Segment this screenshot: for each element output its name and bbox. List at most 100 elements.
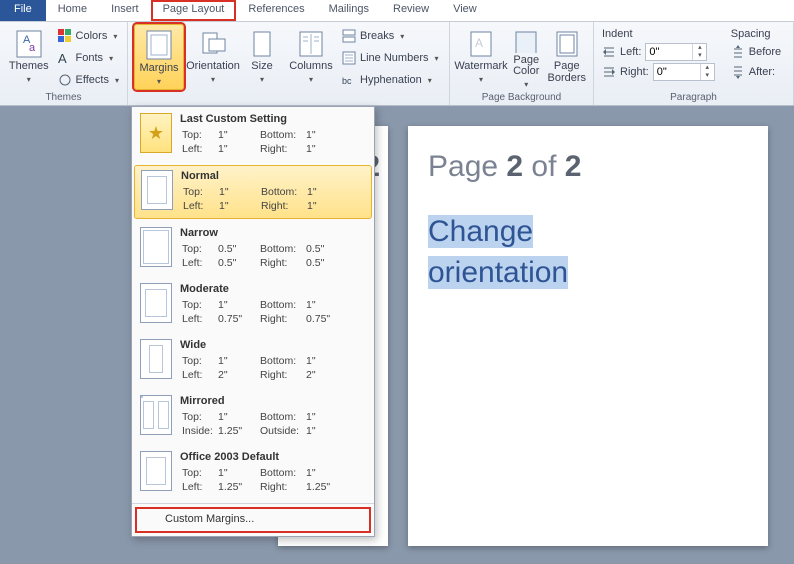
page-2-body[interactable]: Change orientation: [428, 212, 748, 293]
margins-option-title: Moderate: [180, 283, 366, 295]
margins-option-wide[interactable]: WideTop:1"Bottom:1"Left:2"Right:2": [132, 333, 374, 389]
chevron-down-icon: ▾: [524, 80, 528, 89]
margins-option-mirrored[interactable]: MirroredTop:1"Bottom:1"Inside:1.25"Outsi…: [132, 389, 374, 445]
breaks-button[interactable]: Breaks ▾: [340, 26, 441, 46]
indent-heading: Indent: [600, 26, 717, 42]
breaks-label: Breaks: [360, 30, 394, 42]
theme-colors-label: Colors: [76, 30, 108, 42]
watermark-button[interactable]: A Watermark ▾: [456, 24, 506, 90]
selected-text-line2: orientation: [428, 256, 568, 289]
custom-margins-item[interactable]: Custom Margins...: [135, 507, 371, 533]
svg-text:A: A: [475, 36, 483, 50]
spin-up-icon[interactable]: ▴: [701, 64, 714, 72]
spacing-before-row: Before: [729, 42, 783, 62]
spin-down-icon[interactable]: ▾: [701, 72, 714, 80]
chevron-down-icon: ▾: [400, 32, 404, 41]
page-borders-button[interactable]: Page Borders: [546, 24, 587, 90]
margins-option-last-custom-setting[interactable]: ★Last Custom SettingTop:1"Bottom:1"Left:…: [132, 107, 374, 163]
spin-up-icon[interactable]: ▴: [693, 44, 706, 52]
indent-right-input[interactable]: ▴▾: [653, 63, 715, 81]
hyphenation-icon: bc: [342, 73, 356, 87]
margins-thumb-icon: [140, 227, 172, 267]
page-color-button[interactable]: Page Color ▾: [510, 24, 542, 90]
indent-left-row: Left: ▴▾: [600, 42, 717, 62]
line-numbers-icon: [342, 51, 356, 65]
page-borders-label: Page Borders: [547, 61, 586, 84]
tab-home[interactable]: Home: [46, 0, 99, 21]
margins-option-title: Wide: [180, 339, 366, 351]
chevron-down-icon: ▾: [479, 75, 483, 84]
group-page-background: A Watermark ▾ Page Color ▾ Page Borders …: [450, 22, 594, 105]
margins-option-moderate[interactable]: ModerateTop:1"Bottom:1"Left:0.75"Right:0…: [132, 277, 374, 333]
document-canvas[interactable]: 2 Page 2 of 2 Change orientation: [0, 106, 794, 564]
watermark-label: Watermark: [454, 61, 507, 73]
spacing-heading: Spacing: [729, 26, 783, 42]
indent-left-icon: [602, 45, 616, 59]
margins-label: Margins: [139, 63, 178, 75]
chevron-down-icon: ▾: [260, 75, 264, 84]
theme-effects-button[interactable]: Effects ▾: [56, 70, 121, 90]
group-page-setup-label: [134, 91, 443, 105]
indent-right-icon: [602, 65, 616, 79]
chevron-down-icon: ▾: [113, 32, 117, 41]
tab-references[interactable]: References: [236, 0, 316, 21]
svg-text:a: a: [29, 42, 36, 54]
orientation-button[interactable]: Orientation ▾: [188, 24, 238, 90]
tab-file[interactable]: File: [0, 0, 46, 21]
chevron-down-icon: ▾: [434, 54, 438, 63]
indent-left-input[interactable]: ▴▾: [645, 43, 707, 61]
page-color-label: Page Color: [511, 55, 541, 78]
margins-option-narrow[interactable]: NarrowTop:0.5"Bottom:0.5"Left:0.5"Right:…: [132, 221, 374, 277]
theme-colors-button[interactable]: Colors ▾: [56, 26, 121, 46]
hyphenation-label: Hyphenation: [360, 74, 422, 86]
line-numbers-button[interactable]: Line Numbers ▾: [340, 48, 441, 68]
indent-right-label: Right:: [620, 66, 649, 78]
indent-right-row: Right: ▴▾: [600, 62, 717, 82]
margins-option-title: Last Custom Setting: [180, 113, 366, 125]
group-themes-label: Themes: [6, 91, 121, 105]
chevron-down-icon: ▾: [309, 75, 313, 84]
chevron-down-icon: ▾: [211, 75, 215, 84]
spacing-before-label: Before: [749, 46, 781, 58]
indent-left-label: Left:: [620, 46, 641, 58]
theme-effects-label: Effects: [76, 74, 109, 86]
margins-option-normal[interactable]: NormalTop:1"Bottom:1"Left:1"Right:1": [134, 165, 372, 219]
margins-option-title: Office 2003 Default: [180, 451, 366, 463]
theme-fonts-button[interactable]: A Fonts▾: [56, 48, 121, 68]
hyphenation-button[interactable]: bc Hyphenation▾: [340, 70, 441, 90]
group-themes: Aa Themes ▾ Colors ▾ A Fonts▾ Effects ▾: [0, 22, 128, 105]
spin-down-icon[interactable]: ▾: [693, 52, 706, 60]
breaks-icon: [342, 29, 356, 43]
chevron-down-icon: ▾: [27, 75, 31, 84]
spacing-after-label: After:: [749, 66, 775, 78]
size-label: Size: [251, 61, 272, 73]
chevron-down-icon: ▾: [115, 76, 119, 85]
margins-option-office-2003-default[interactable]: Office 2003 DefaultTop:1"Bottom:1"Left:1…: [132, 445, 374, 501]
margins-button[interactable]: Margins ▾: [134, 24, 184, 90]
tab-review[interactable]: Review: [381, 0, 441, 21]
margins-option-title: Mirrored: [180, 395, 366, 407]
themes-label: Themes: [9, 61, 49, 73]
chevron-down-icon: ▾: [109, 54, 113, 63]
margins-thumb-icon: ★: [140, 113, 172, 153]
tab-insert[interactable]: Insert: [99, 0, 151, 21]
tab-view[interactable]: View: [441, 0, 489, 21]
columns-label: Columns: [289, 61, 332, 73]
tab-page-layout[interactable]: Page Layout: [151, 0, 237, 21]
selected-text-line1: Change: [428, 215, 533, 248]
svg-text:A: A: [58, 51, 67, 65]
orientation-label: Orientation: [186, 61, 240, 73]
svg-text:bc: bc: [342, 76, 352, 86]
spacing-after-row: After:: [729, 62, 783, 82]
tab-mailings[interactable]: Mailings: [317, 0, 381, 21]
ribbon: Aa Themes ▾ Colors ▾ A Fonts▾ Effects ▾: [0, 22, 794, 106]
margins-thumb-icon: [140, 451, 172, 491]
themes-button[interactable]: Aa Themes ▾: [6, 24, 52, 90]
spacing-before-icon: [731, 45, 745, 59]
line-numbers-label: Line Numbers: [360, 52, 428, 64]
margins-option-title: Normal: [181, 170, 365, 182]
page-2[interactable]: Page 2 of 2 Change orientation: [408, 126, 768, 546]
size-button[interactable]: Size ▾: [242, 24, 282, 90]
columns-button[interactable]: Columns ▾: [286, 24, 336, 90]
margins-thumb-icon: [140, 339, 172, 379]
